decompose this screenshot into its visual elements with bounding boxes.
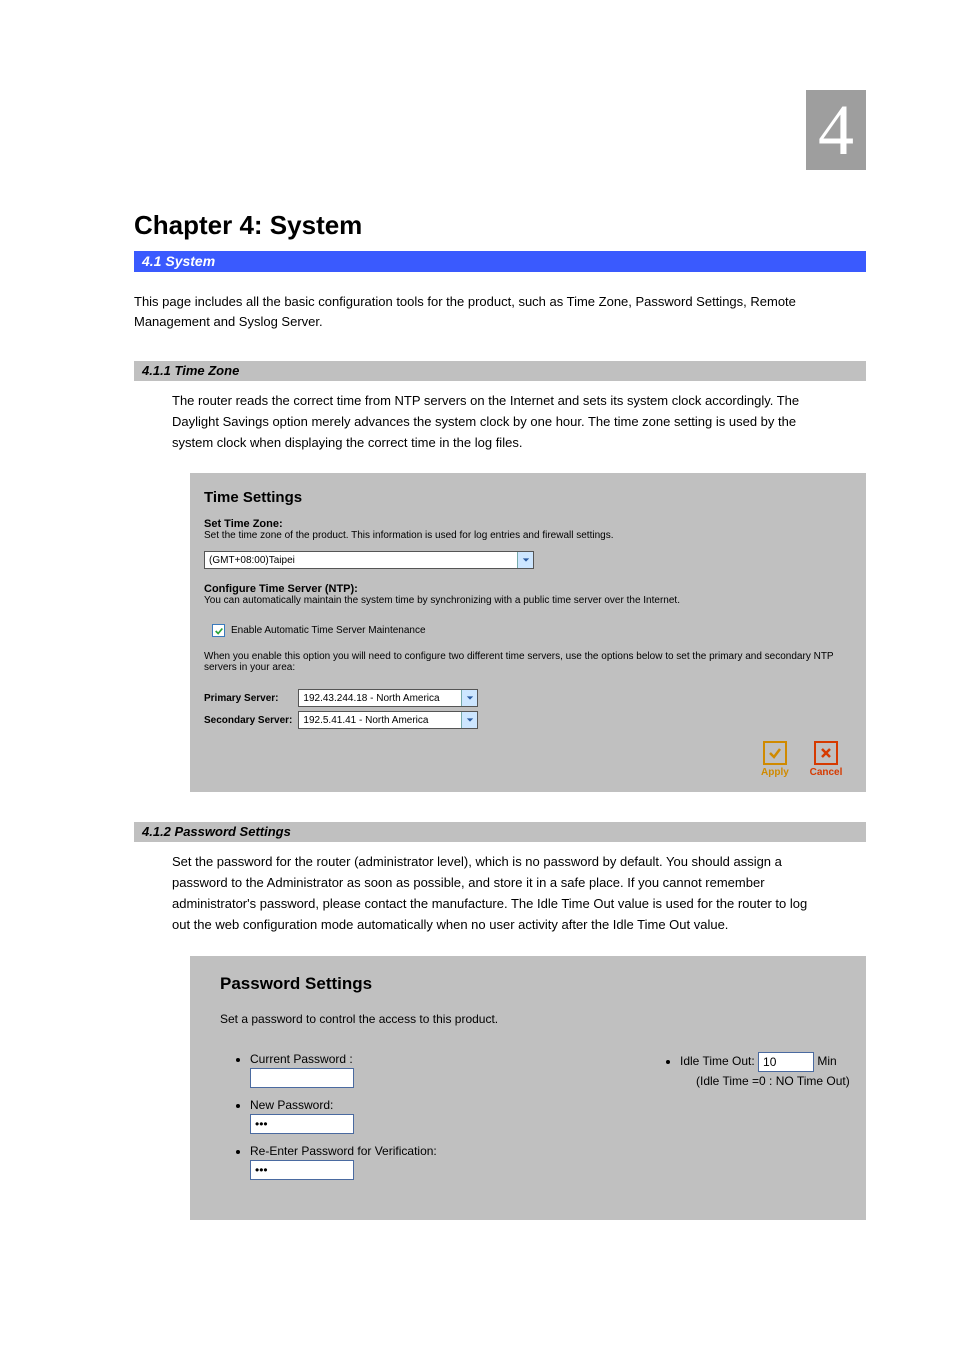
time-settings-panel: Time Settings Set Time Zone: Set the tim… [190,473,866,792]
close-icon [814,741,838,765]
idle-timeout-item: Idle Time Out: 10 Min (Idle Time =0 : NO… [680,1052,850,1088]
primary-server-select[interactable]: 192.43.244.18 - North America [298,689,478,707]
secondary-server-select[interactable]: 192.5.41.41 - North America [298,711,478,729]
password-intro-text: Set the password for the router (adminis… [172,852,820,935]
time-zone-select[interactable]: (GMT+08:00)Taipei [204,551,534,569]
time-settings-title: Time Settings [204,489,852,506]
enable-ntp-checkbox-label: Enable Automatic Time Server Maintenance [231,625,426,636]
chevron-down-icon[interactable] [461,712,477,728]
cancel-button[interactable]: Cancel [802,741,850,778]
apply-button[interactable]: Apply [751,741,799,778]
secondary-server-label: Secondary Server: [204,709,298,731]
primary-server-label: Primary Server: [204,687,298,709]
ntp-servers-note: When you enable this option you will nee… [204,651,852,673]
subsection-bar-password: 4.1.2 Password Settings [134,822,866,842]
ntp-desc: You can automatically maintain the syste… [204,595,852,606]
reenter-password-item: Re-Enter Password for Verification: ••• [250,1144,650,1180]
current-password-input[interactable] [250,1068,354,1088]
idle-timeout-hint: (Idle Time =0 : NO Time Out) [696,1074,850,1088]
chapter-title: Chapter 4: System [134,210,954,241]
system-intro-text: This page includes all the basic configu… [134,292,820,331]
cancel-button-label: Cancel [810,767,843,778]
idle-timeout-unit: Min [817,1054,836,1068]
current-password-label: Current Password : [250,1052,353,1066]
password-settings-title: Password Settings [220,974,850,994]
secondary-server-select-value: 192.5.41.41 - North America [303,715,428,726]
enable-ntp-checkbox[interactable] [212,624,225,637]
new-password-label: New Password: [250,1098,333,1112]
chevron-down-icon[interactable] [461,690,477,706]
idle-timeout-input[interactable]: 10 [758,1052,814,1072]
check-icon [763,741,787,765]
section-bar-system: 4.1 System [134,251,866,272]
current-password-item: Current Password : [250,1052,650,1088]
time-zone-select-value: (GMT+08:00)Taipei [209,555,295,566]
reenter-password-label: Re-Enter Password for Verification: [250,1144,437,1158]
ntp-servers-table: Primary Server: 192.43.244.18 - North Am… [204,687,484,731]
reenter-password-input[interactable]: ••• [250,1160,354,1180]
chevron-down-icon[interactable] [517,552,533,568]
subsection-bar-timezone: 4.1.1 Time Zone [134,361,866,381]
new-password-input[interactable]: ••• [250,1114,354,1134]
idle-timeout-label: Idle Time Out: [680,1054,755,1068]
apply-button-label: Apply [761,767,789,778]
set-time-zone-desc: Set the time zone of the product. This i… [204,530,852,541]
primary-server-select-value: 192.43.244.18 - North America [303,693,439,704]
chapter-number-badge: 4 [806,90,866,170]
new-password-item: New Password: ••• [250,1098,650,1134]
password-settings-panel: Password Settings Set a password to cont… [190,956,866,1220]
timezone-intro-text: The router reads the correct time from N… [172,391,820,453]
password-settings-sub: Set a password to control the access to … [220,1012,850,1026]
set-time-zone-label: Set Time Zone: [204,518,852,530]
ntp-label: Configure Time Server (NTP): [204,583,852,595]
